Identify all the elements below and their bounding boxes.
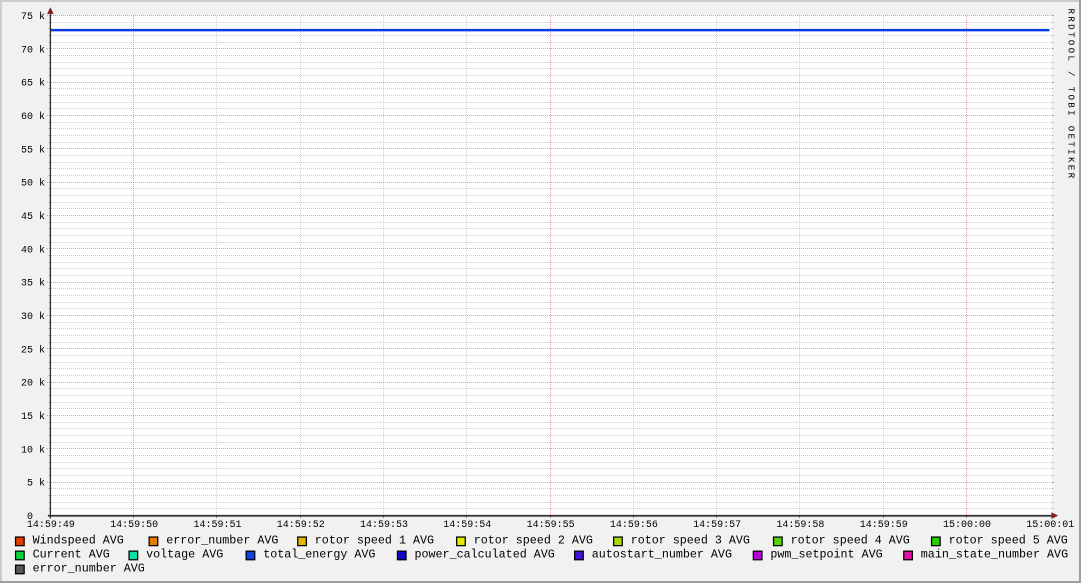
svg-text:5 k: 5 k xyxy=(27,478,45,490)
svg-text:14:59:57: 14:59:57 xyxy=(693,520,741,531)
svg-text:pwm_setpoint AVG: pwm_setpoint AVG xyxy=(770,548,882,562)
svg-text:65 k: 65 k xyxy=(21,78,45,90)
svg-text:70 k: 70 k xyxy=(21,44,45,56)
svg-text:20 k: 20 k xyxy=(21,378,45,390)
svg-text:voltage AVG: voltage AVG xyxy=(146,548,223,562)
svg-text:power_calculated AVG: power_calculated AVG xyxy=(415,548,555,562)
svg-text:75 k: 75 k xyxy=(21,11,45,23)
svg-text:14:59:54: 14:59:54 xyxy=(443,520,491,531)
svg-text:10 k: 10 k xyxy=(21,444,45,456)
svg-text:40 k: 40 k xyxy=(21,244,45,256)
svg-text:rotor speed 2 AVG: rotor speed 2 AVG xyxy=(474,534,593,548)
svg-text:60 k: 60 k xyxy=(21,111,45,123)
svg-text:15:00:00: 15:00:00 xyxy=(943,520,991,531)
svg-text:rotor speed 5 AVG: rotor speed 5 AVG xyxy=(949,534,1068,548)
svg-text:14:59:51: 14:59:51 xyxy=(193,520,241,531)
svg-text:rotor speed 3 AVG: rotor speed 3 AVG xyxy=(631,534,750,548)
svg-text:50 k: 50 k xyxy=(21,178,45,190)
svg-text:14:59:50: 14:59:50 xyxy=(110,520,158,531)
svg-text:14:59:59: 14:59:59 xyxy=(860,520,908,531)
svg-text:30 k: 30 k xyxy=(21,311,45,323)
svg-text:45 k: 45 k xyxy=(21,211,45,223)
svg-text:RRDTOOL / TOBI OETIKER: RRDTOOL / TOBI OETIKER xyxy=(1066,9,1077,181)
svg-text:Current AVG: Current AVG xyxy=(33,548,110,562)
svg-text:14:59:49: 14:59:49 xyxy=(27,520,75,531)
svg-text:35 k: 35 k xyxy=(21,278,45,290)
svg-text:main_state_number AVG: main_state_number AVG xyxy=(921,548,1068,562)
svg-text:14:59:52: 14:59:52 xyxy=(277,520,325,531)
svg-text:14:59:53: 14:59:53 xyxy=(360,520,408,531)
svg-text:15 k: 15 k xyxy=(21,411,45,423)
svg-text:14:59:56: 14:59:56 xyxy=(610,520,658,531)
svg-text:14:59:58: 14:59:58 xyxy=(776,520,824,531)
svg-text:25 k: 25 k xyxy=(21,344,45,356)
svg-text:autostart_number AVG: autostart_number AVG xyxy=(592,548,732,562)
svg-text:15:00:01: 15:00:01 xyxy=(1026,520,1074,531)
svg-text:14:59:55: 14:59:55 xyxy=(527,520,575,531)
svg-text:error_number AVG: error_number AVG xyxy=(166,534,278,548)
svg-text:Windspeed AVG: Windspeed AVG xyxy=(33,534,124,548)
svg-text:error_number AVG: error_number AVG xyxy=(33,562,145,576)
svg-text:rotor speed 1 AVG: rotor speed 1 AVG xyxy=(315,534,434,548)
svg-text:total_energy AVG: total_energy AVG xyxy=(263,548,375,562)
svg-text:55 k: 55 k xyxy=(21,144,45,156)
svg-text:rotor speed 4 AVG: rotor speed 4 AVG xyxy=(791,534,910,548)
